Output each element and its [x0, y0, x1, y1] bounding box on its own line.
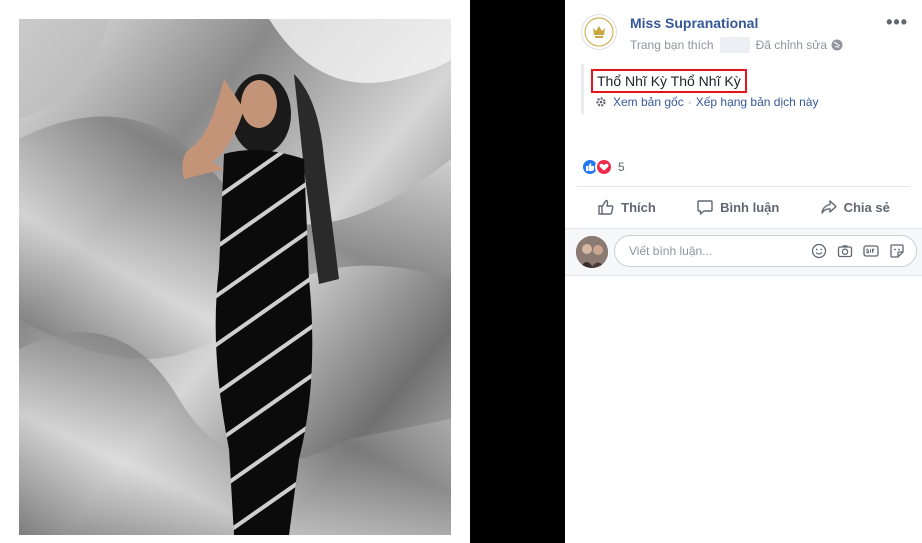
comment-button[interactable]: Bình luận — [696, 198, 779, 216]
love-reaction-icon — [595, 158, 613, 176]
post-panel: Miss Supranational Trang bạn thích Đã ch… — [565, 0, 922, 543]
share-label: Chia sẻ — [843, 199, 890, 215]
see-original-link[interactable]: Xem bản gốc — [613, 95, 684, 109]
comment-composer — [565, 228, 922, 276]
like-button[interactable]: Thích — [597, 198, 656, 216]
translated-text: Thổ Nhĩ Kỳ Thổ Nhĩ Kỳ — [591, 69, 747, 93]
comment-tools — [810, 242, 906, 260]
translation-links: Xem bản gốc · Xếp hạng bản dịch này — [595, 95, 818, 109]
like-label: Thích — [621, 199, 656, 215]
translation-bar — [581, 64, 584, 114]
photo-viewer-background — [470, 0, 565, 543]
more-options-icon[interactable]: ••• — [886, 12, 908, 33]
separator: · — [687, 95, 692, 109]
rate-translation-link[interactable]: Xếp hạng bản dịch này — [696, 95, 819, 109]
post-meta: Trang bạn thích Đã chỉnh sửa — [630, 37, 843, 53]
gif-icon[interactable] — [862, 242, 880, 260]
user-avatar[interactable] — [576, 236, 608, 268]
post-actions: Thích Bình luận Chia sẻ — [577, 190, 910, 224]
globe-icon — [831, 39, 843, 51]
reaction-count: 5 — [618, 160, 625, 174]
meta-edited[interactable]: Đã chỉnh sửa — [756, 38, 827, 52]
photo-illustration — [19, 19, 451, 535]
comment-icon — [696, 198, 720, 216]
reactions-summary[interactable]: 5 — [581, 158, 625, 176]
divider — [577, 186, 910, 187]
comment-input-box[interactable] — [614, 235, 917, 267]
meta-liked: Trang bạn thích — [630, 38, 714, 52]
gear-icon[interactable] — [595, 96, 607, 108]
camera-icon[interactable] — [836, 242, 854, 260]
page-avatar[interactable] — [581, 14, 617, 50]
crown-logo-icon — [584, 17, 614, 47]
comment-label: Bình luận — [720, 199, 780, 215]
thumbs-up-icon — [597, 198, 621, 216]
emoji-icon[interactable] — [810, 242, 828, 260]
sticker-icon[interactable] — [888, 242, 906, 260]
post-photo[interactable] — [19, 19, 451, 535]
comment-input[interactable] — [627, 243, 801, 259]
share-icon — [820, 198, 844, 216]
user-photo-icon — [576, 236, 608, 268]
page-name[interactable]: Miss Supranational — [630, 15, 758, 31]
redacted-time — [719, 37, 750, 53]
share-button[interactable]: Chia sẻ — [820, 198, 890, 216]
